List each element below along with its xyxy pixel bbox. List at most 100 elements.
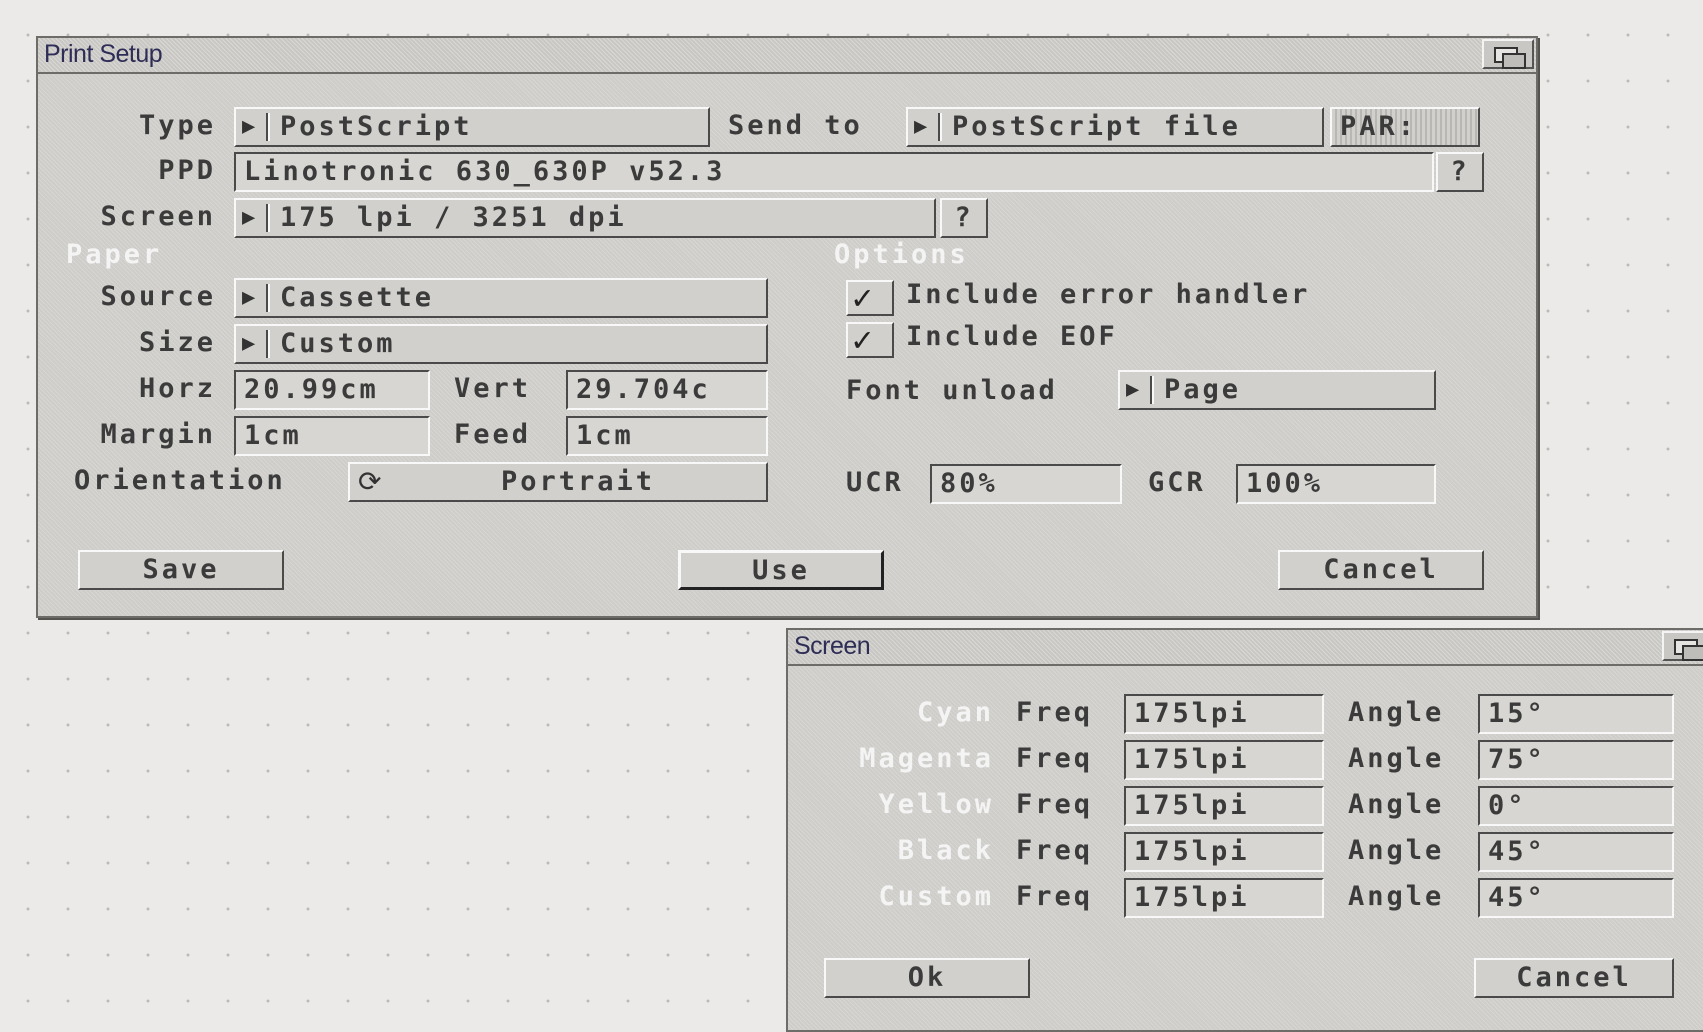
print-setup-titlebar[interactable]: Print Setup [38,38,1536,74]
orientation-cycle[interactable]: ⟳ Portrait [348,462,768,502]
freq-label: Freq [1016,881,1094,912]
black-label: Black [897,835,994,866]
black-freq-field[interactable]: 175lpi [1124,832,1324,872]
black-angle-field[interactable]: 45° [1478,832,1674,872]
gcr-label: GCR [1148,467,1206,498]
magenta-angle-field[interactable]: 75° [1478,740,1674,780]
angle-label: Angle [1348,743,1445,774]
ucr-value: 80% [940,468,998,499]
horz-value: 20.99cm [244,374,379,405]
angle-label: Angle [1348,835,1445,866]
checkmark-icon: ✓ [852,278,873,318]
custom-label: Custom [878,881,994,912]
custom-angle-field[interactable]: 45° [1478,878,1674,918]
cyan-freq-field[interactable]: 175lpi [1124,694,1324,734]
source-label: Source [100,281,216,312]
cycle-icon: ▶ [1126,377,1140,402]
screen-titlebar[interactable]: Screen [788,630,1703,666]
send-to-label: Send to [728,110,863,141]
horz-field[interactable]: 20.99cm [234,370,430,410]
cancel-button[interactable]: Cancel [1278,550,1484,590]
cycle-icon: ▶ [914,114,928,139]
margin-field[interactable]: 1cm [234,416,430,456]
ppd-help-button[interactable]: ? [1436,152,1484,192]
margin-value: 1cm [244,420,302,451]
horz-label: Horz [138,373,216,404]
gcr-value: 100% [1246,468,1324,499]
vert-label: Vert [454,373,532,404]
type-value: PostScript [280,111,473,142]
angle-label: Angle [1348,881,1445,912]
screen-cycle[interactable]: ▶ 175 lpi / 3251 dpi [234,198,936,238]
yellow-angle-field[interactable]: 0° [1478,786,1674,826]
screen-window: Screen Cyan Freq 175lpi Angle 15° Magent… [786,628,1703,1032]
cyan-angle-field[interactable]: 15° [1478,694,1674,734]
freq-label: Freq [1016,697,1094,728]
feed-value: 1cm [576,420,634,451]
feed-field[interactable]: 1cm [566,416,768,456]
source-value: Cassette [280,282,435,313]
angle-label: Angle [1348,697,1445,728]
freq-label: Freq [1016,835,1094,866]
par-button[interactable]: PAR: [1330,107,1480,147]
type-cycle[interactable]: ▶ PostScript [234,107,710,147]
use-button[interactable]: Use [678,550,884,590]
magenta-label: Magenta [859,743,994,774]
type-label: Type [138,110,216,141]
font-unload-cycle[interactable]: ▶ Page [1118,370,1436,410]
cycle-icon: ▶ [242,331,256,356]
print-setup-window: Print Setup Type ▶ PostScript Send to ▶ … [36,36,1538,618]
cycle-icon: ▶ [242,114,256,139]
depth-gadget-icon[interactable] [1482,39,1534,69]
gcr-field[interactable]: 100% [1236,464,1436,504]
ppd-label: PPD [158,155,216,186]
ok-button[interactable]: Ok [824,958,1030,998]
cyan-label: Cyan [916,697,994,728]
angle-label: Angle [1348,789,1445,820]
custom-freq-field[interactable]: 175lpi [1124,878,1324,918]
screen-label: Screen [100,201,216,232]
checkmark-icon: ✓ [852,320,873,360]
ucr-label: UCR [846,467,904,498]
include-eof-label: Include EOF [906,321,1118,352]
size-cycle[interactable]: ▶ Custom [234,324,768,364]
cycle-icon: ▶ [242,205,256,230]
cycle-icon: ▶ [242,285,256,310]
ucr-field[interactable]: 80% [930,464,1122,504]
window-title: Print Setup [44,40,163,68]
print-setup-body: Type ▶ PostScript Send to ▶ PostScript f… [38,74,1536,616]
orientation-cycle-icon: ⟳ [358,465,382,498]
ppd-value: Linotronic 630_630P v52.3 [244,156,726,187]
magenta-freq-field[interactable]: 175lpi [1124,740,1324,780]
include-eof-checkbox[interactable]: ✓ [846,320,894,360]
orientation-value: Portrait [500,466,656,497]
include-error-handler-checkbox[interactable]: ✓ [846,278,894,318]
screen-cancel-button[interactable]: Cancel [1474,958,1674,998]
margin-label: Margin [100,419,216,450]
screen-help-button[interactable]: ? [940,198,988,238]
screen-window-title: Screen [794,632,871,660]
options-heading: Options [834,239,969,270]
send-to-value: PostScript file [952,111,1241,142]
freq-label: Freq [1016,789,1094,820]
send-to-cycle[interactable]: ▶ PostScript file [906,107,1324,147]
size-label: Size [138,327,216,358]
include-error-handler-label: Include error handler [906,279,1311,310]
yellow-label: Yellow [878,789,994,820]
ppd-field[interactable]: Linotronic 630_630P v52.3 [234,152,1434,192]
source-cycle[interactable]: ▶ Cassette [234,278,768,318]
font-unload-value: Page [1164,374,1242,405]
depth-gadget-icon[interactable] [1662,631,1703,661]
size-value: Custom [280,328,396,359]
paper-heading: Paper [66,239,163,270]
yellow-freq-field[interactable]: 175lpi [1124,786,1324,826]
freq-label: Freq [1016,743,1094,774]
feed-label: Feed [454,419,532,450]
vert-field[interactable]: 29.704c [566,370,768,410]
save-button[interactable]: Save [78,550,284,590]
screen-value: 175 lpi / 3251 dpi [280,202,627,233]
screen-body: Cyan Freq 175lpi Angle 15° Magenta Freq … [788,666,1703,1030]
font-unload-label: Font unload [846,375,1058,406]
vert-value: 29.704c [576,374,711,405]
orientation-label: Orientation [74,465,286,496]
